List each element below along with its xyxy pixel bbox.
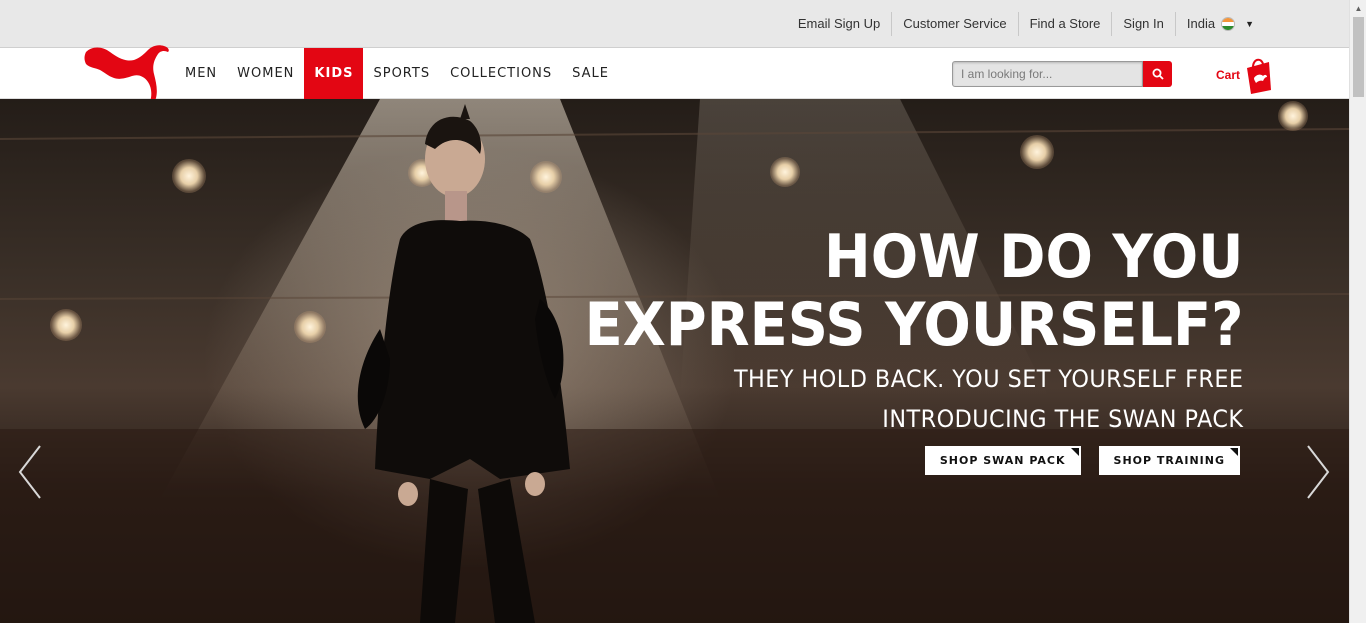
search-icon [1152, 68, 1164, 80]
chevron-down-icon: ▼ [1245, 19, 1254, 29]
nav-collections[interactable]: COLLECTIONS [440, 48, 562, 99]
nav-women[interactable]: WOMEN [227, 48, 304, 99]
hero-ctas: SHOP SWAN PACK SHOP TRAINING [924, 446, 1240, 475]
main-nav: MEN WOMEN KIDS SPORTS COLLECTIONS SALE C… [0, 45, 1349, 106]
stage-light [50, 309, 82, 341]
puma-logo[interactable] [82, 40, 174, 104]
hero-banner: HOW DO YOU EXPRESS YOURSELF? THEY HOLD B… [0, 99, 1349, 623]
country-selector[interactable]: India ▼ [1174, 12, 1265, 36]
stage-light [770, 157, 800, 187]
stage-light [1020, 135, 1054, 169]
search-bar [952, 61, 1172, 87]
nav-sale[interactable]: SALE [562, 48, 619, 99]
hero-copy: HOW DO YOU EXPRESS YOURSELF? THEY HOLD B… [535, 222, 1243, 439]
shop-training-button[interactable]: SHOP TRAINING [1098, 446, 1240, 475]
scroll-thumb[interactable] [1353, 17, 1364, 97]
shop-swan-pack-button[interactable]: SHOP SWAN PACK [924, 446, 1081, 475]
carousel-prev-arrow-icon[interactable] [16, 444, 46, 500]
page-scrollbar[interactable]: ▲ [1349, 0, 1366, 623]
nav-sports[interactable]: SPORTS [363, 48, 440, 99]
scroll-up-icon[interactable]: ▲ [1350, 0, 1366, 17]
carousel-next-arrow-icon[interactable] [1302, 444, 1332, 500]
cart-button[interactable]: Cart [1216, 54, 1273, 96]
utility-bar: Email Sign Up Customer Service Find a St… [0, 0, 1349, 48]
customer-service-link[interactable]: Customer Service [891, 12, 1017, 36]
nav-men[interactable]: MEN [175, 48, 227, 99]
stage-light [172, 159, 206, 193]
hero-headline-line2: EXPRESS YOURSELF? [584, 290, 1243, 360]
sign-in-link[interactable]: Sign In [1111, 12, 1174, 36]
nav-items: MEN WOMEN KIDS SPORTS COLLECTIONS SALE [175, 48, 619, 106]
nav-kids[interactable]: KIDS [304, 48, 364, 106]
hero-subtitle-line2: INTRODUCING THE SWAN PACK [881, 405, 1243, 433]
india-flag-icon [1221, 17, 1236, 31]
email-signup-link[interactable]: Email Sign Up [787, 12, 891, 36]
country-label: India [1186, 16, 1216, 31]
search-input[interactable] [952, 61, 1143, 87]
cart-label: Cart [1216, 68, 1241, 82]
utility-links: Email Sign Up Customer Service Find a St… [787, 12, 1265, 36]
search-button[interactable] [1143, 61, 1172, 87]
shopping-bag-icon [1247, 58, 1272, 94]
stage-light [1278, 101, 1308, 131]
find-store-link[interactable]: Find a Store [1017, 12, 1112, 36]
hero-subtitle-line1: THEY HOLD BACK. YOU SET YOURSELF FREE [733, 365, 1243, 393]
hero-headline-line1: HOW DO YOU [823, 222, 1243, 292]
